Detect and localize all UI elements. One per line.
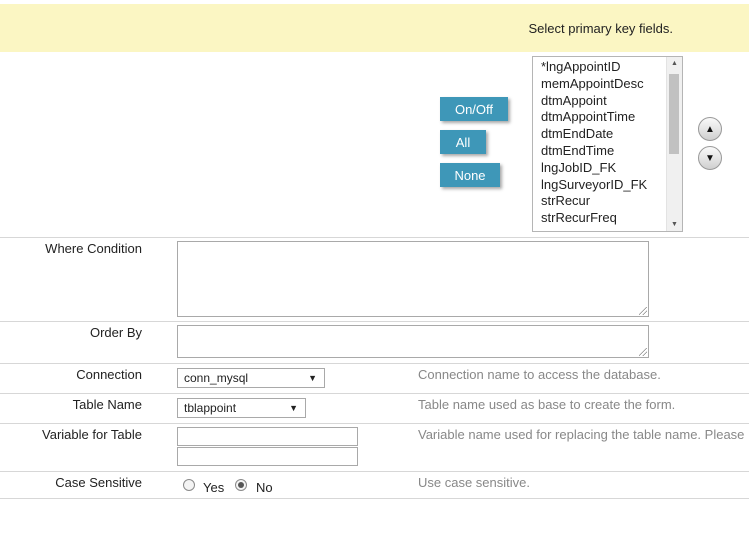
case-no-label[interactable]: No [256, 480, 273, 495]
resize-grip-icon[interactable] [639, 307, 647, 315]
arrow-down-icon: ▼ [705, 152, 715, 164]
case-yes-radio[interactable] [183, 479, 195, 491]
banner-text: Select primary key fields. [528, 21, 674, 36]
order-by-label: Order By [89, 325, 142, 340]
field-option[interactable]: strRecurFreq [541, 210, 647, 227]
chevron-down-icon: ▼ [308, 373, 317, 383]
divider [0, 237, 749, 238]
resize-grip-icon[interactable] [639, 348, 647, 356]
variable-for-table-label: Variable for Table [42, 427, 142, 442]
divider [0, 393, 749, 394]
field-option[interactable]: memAppointDesc [541, 76, 647, 93]
divider [0, 498, 749, 499]
connection-value: conn_mysql [184, 371, 249, 385]
field-option[interactable]: dtmAppoint [541, 93, 647, 110]
table-name-help: Table name used as base to create the fo… [418, 397, 676, 412]
field-option[interactable]: dtmEndTime [541, 143, 647, 160]
where-condition-label: Where Condition [45, 241, 142, 256]
none-button[interactable]: None [440, 163, 500, 187]
field-list[interactable]: *lngAppointID memAppointDesc dtmAppoint dtm… [532, 56, 683, 232]
onoff-button[interactable]: On/Off [440, 97, 508, 121]
scroll-thumb[interactable] [669, 74, 679, 154]
field-option[interactable]: dtmEndDate [541, 126, 647, 143]
scroll-down-icon[interactable]: ▼ [667, 221, 682, 228]
case-sensitive-label: Case Sensitive [55, 475, 142, 490]
variable-input-1[interactable] [177, 427, 358, 446]
variable-input-2[interactable] [177, 447, 358, 466]
divider [0, 321, 749, 322]
chevron-down-icon: ▼ [289, 403, 298, 413]
field-option[interactable]: lngSurveyorID_FK [541, 177, 647, 194]
where-condition-textarea[interactable] [177, 241, 649, 317]
variable-help: Variable name used for replacing the tab… [418, 427, 745, 442]
case-yes-label[interactable]: Yes [203, 480, 224, 495]
scroll-up-icon[interactable]: ▲ [667, 60, 682, 67]
move-down-button[interactable]: ▼ [698, 146, 722, 170]
field-list-scrollbar[interactable]: ▲ ▼ [666, 57, 682, 231]
case-sensitive-help: Use case sensitive. [418, 475, 530, 490]
divider [0, 423, 749, 424]
all-button[interactable]: All [440, 130, 486, 154]
arrow-up-icon: ▲ [705, 123, 715, 135]
divider [0, 471, 749, 472]
move-up-button[interactable]: ▲ [698, 117, 722, 141]
field-option[interactable]: strRecur [541, 193, 647, 210]
instruction-banner: Select primary key fields. [0, 4, 749, 52]
table-name-value: tblappoint [184, 401, 237, 415]
connection-help: Connection name to access the database. [418, 367, 661, 382]
order-by-textarea[interactable] [177, 325, 649, 358]
divider [0, 363, 749, 364]
case-no-radio[interactable] [235, 479, 247, 491]
field-option[interactable]: *lngAppointID [541, 59, 647, 76]
field-option[interactable]: dtmAppointTime [541, 109, 647, 126]
connection-label: Connection [76, 367, 142, 382]
connection-select[interactable]: conn_mysql ▼ [177, 368, 325, 388]
field-items: *lngAppointID memAppointDesc dtmAppoint dtm… [541, 59, 647, 227]
field-option[interactable]: lngJobID_FK [541, 160, 647, 177]
table-name-select[interactable]: tblappoint ▼ [177, 398, 306, 418]
table-name-label: Table Name [72, 397, 142, 412]
